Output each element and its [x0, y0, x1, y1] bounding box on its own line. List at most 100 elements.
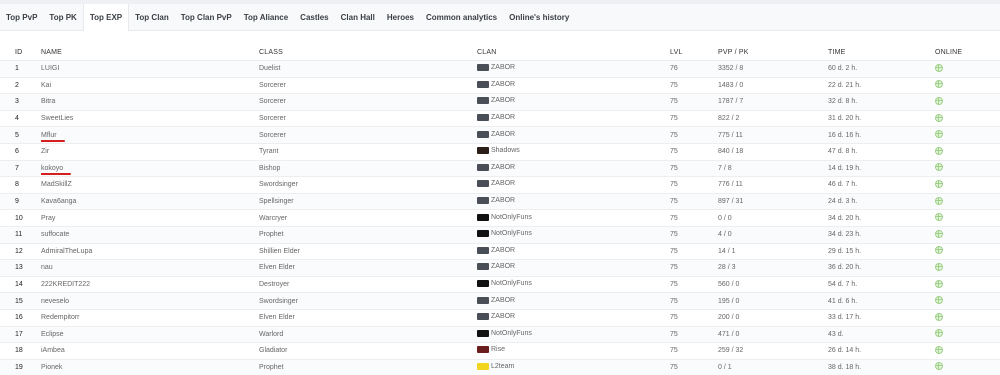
cell-clan: ZABOR	[477, 293, 670, 310]
tab-online-s-history[interactable]: Online's history	[503, 4, 575, 30]
tab-top-clan-pvp[interactable]: Top Clan PvP	[175, 4, 238, 30]
player-name-link[interactable]: suffocate	[41, 231, 69, 238]
cell-time: 31 d. 20 h.	[828, 110, 935, 127]
globe-icon	[935, 64, 943, 72]
clan-link[interactable]: Shadows	[477, 147, 520, 154]
header-class[interactable]: CLASS	[259, 44, 477, 61]
cell-lvl: 75	[670, 177, 718, 194]
cell-clan: NotOnlyFuns	[477, 210, 670, 227]
header-name[interactable]: NAME	[41, 44, 259, 61]
clan-link[interactable]: NotOnlyFuns	[477, 280, 532, 287]
player-name-link[interactable]: Kai	[41, 82, 51, 89]
cell-lvl: 75	[670, 94, 718, 111]
cell-lvl: 75	[670, 343, 718, 360]
cell-online	[935, 293, 1000, 310]
globe-icon	[935, 280, 943, 288]
tab-top-clan[interactable]: Top Clan	[129, 4, 175, 30]
tab-clan-hall[interactable]: Clan Hall	[335, 4, 381, 30]
clan-link[interactable]: ZABOR	[477, 197, 515, 204]
header-lvl[interactable]: LVL	[670, 44, 718, 61]
tab-top-exp[interactable]: Top EXP	[83, 4, 129, 31]
clan-crest-icon	[477, 297, 489, 304]
player-name-link[interactable]: Pray	[41, 215, 55, 222]
clan-link[interactable]: ZABOR	[477, 64, 515, 71]
globe-icon	[935, 97, 943, 105]
clan-link[interactable]: ZABOR	[477, 247, 515, 254]
globe-icon	[935, 114, 943, 122]
clan-link[interactable]: ZABOR	[477, 180, 515, 187]
clan-crest-icon	[477, 313, 489, 320]
clan-link[interactable]: ZABOR	[477, 164, 515, 171]
cell-id: 3	[0, 94, 41, 111]
clan-link[interactable]: L2team	[477, 363, 514, 370]
cell-time: 33 d. 17 h.	[828, 309, 935, 326]
header-clan[interactable]: CLAN	[477, 44, 670, 61]
header-pvp-pk[interactable]: PVP / PK	[718, 44, 828, 61]
clan-link[interactable]: ZABOR	[477, 313, 515, 320]
header-id[interactable]: ID	[0, 44, 41, 61]
clan-link[interactable]: ZABOR	[477, 114, 515, 121]
cell-pvp-pk: 1483 / 0	[718, 77, 828, 94]
cell-lvl: 75	[670, 193, 718, 210]
player-name-link[interactable]: Zir	[41, 148, 49, 155]
player-name-link[interactable]: MadSkillZ	[41, 181, 72, 188]
cell-pvp-pk: 14 / 1	[718, 243, 828, 260]
clan-name: L2team	[491, 363, 514, 370]
clan-link[interactable]: NotOnlyFuns	[477, 330, 532, 337]
player-name-link[interactable]: AdmiralTheLupa	[41, 248, 92, 255]
clan-link[interactable]: Rise	[477, 346, 505, 353]
header-online[interactable]: ONLINE	[935, 44, 1000, 61]
cell-class: Elven Elder	[259, 260, 477, 277]
table-row: 3BitraSorcererZABOR751787 / 732 d. 8 h.	[0, 94, 1000, 111]
cell-name: Redempitorr	[41, 309, 259, 326]
cell-online	[935, 343, 1000, 360]
player-name-link[interactable]: SweetLies	[41, 115, 73, 122]
table-row: 17EclipseWarlordNotOnlyFuns75471 / 043 d…	[0, 326, 1000, 343]
player-name-link[interactable]: Redempitorr	[41, 314, 80, 321]
player-name: nau	[41, 264, 53, 271]
player-name-link[interactable]: Eclipse	[41, 331, 64, 338]
clan-link[interactable]: NotOnlyFuns	[477, 230, 532, 237]
player-name-link[interactable]: LUIGI	[41, 65, 59, 72]
player-name-link[interactable]: nau	[41, 264, 53, 271]
tab-common-analytics[interactable]: Common analytics	[420, 4, 503, 30]
player-name-link[interactable]: Bitra	[41, 98, 55, 105]
player-name-link[interactable]: 222KREDIT222	[41, 281, 90, 288]
table-row: 11suffocateProphetNotOnlyFuns754 / 034 d…	[0, 226, 1000, 243]
cell-pvp-pk: 776 / 11	[718, 177, 828, 194]
clan-link[interactable]: ZABOR	[477, 131, 515, 138]
player-name-link[interactable]: neveselo	[41, 298, 69, 305]
cell-name: Mflur	[41, 127, 259, 144]
clan-link[interactable]: ZABOR	[477, 97, 515, 104]
player-name-link[interactable]: Pionek	[41, 364, 62, 371]
cell-online	[935, 226, 1000, 243]
cell-pvp-pk: 775 / 11	[718, 127, 828, 144]
player-name-link[interactable]: iAmbea	[41, 347, 65, 354]
clan-link[interactable]: ZABOR	[477, 297, 515, 304]
cell-class: Destroyer	[259, 276, 477, 293]
cell-online	[935, 359, 1000, 375]
tab-heroes[interactable]: Heroes	[381, 4, 420, 30]
tab-top-pk[interactable]: Top PK	[43, 4, 82, 30]
cell-online	[935, 160, 1000, 177]
clan-name: Shadows	[491, 147, 520, 154]
tab-top-pvp[interactable]: Top PvP	[0, 4, 43, 30]
header-time[interactable]: TIME	[828, 44, 935, 61]
tab-top-aliance[interactable]: Top Aliance	[238, 4, 294, 30]
globe-icon	[935, 180, 943, 188]
table-row: 14222KREDIT222DestroyerNotOnlyFuns75560 …	[0, 276, 1000, 293]
clan-link[interactable]: ZABOR	[477, 263, 515, 270]
clan-link[interactable]: ZABOR	[477, 81, 515, 88]
globe-icon	[935, 362, 943, 370]
cell-class: Prophet	[259, 359, 477, 375]
clan-name: ZABOR	[491, 297, 515, 304]
tab-castles[interactable]: Castles	[294, 4, 334, 30]
player-name-link[interactable]: Mflur	[41, 132, 57, 139]
cell-id: 6	[0, 143, 41, 160]
clan-crest-icon	[477, 247, 489, 254]
clan-link[interactable]: NotOnlyFuns	[477, 214, 532, 221]
player-name-link[interactable]: Kava6anga	[41, 198, 76, 205]
clan-name: ZABOR	[491, 164, 515, 171]
cell-id: 10	[0, 210, 41, 227]
player-name-link[interactable]: kokoyo	[41, 165, 63, 172]
